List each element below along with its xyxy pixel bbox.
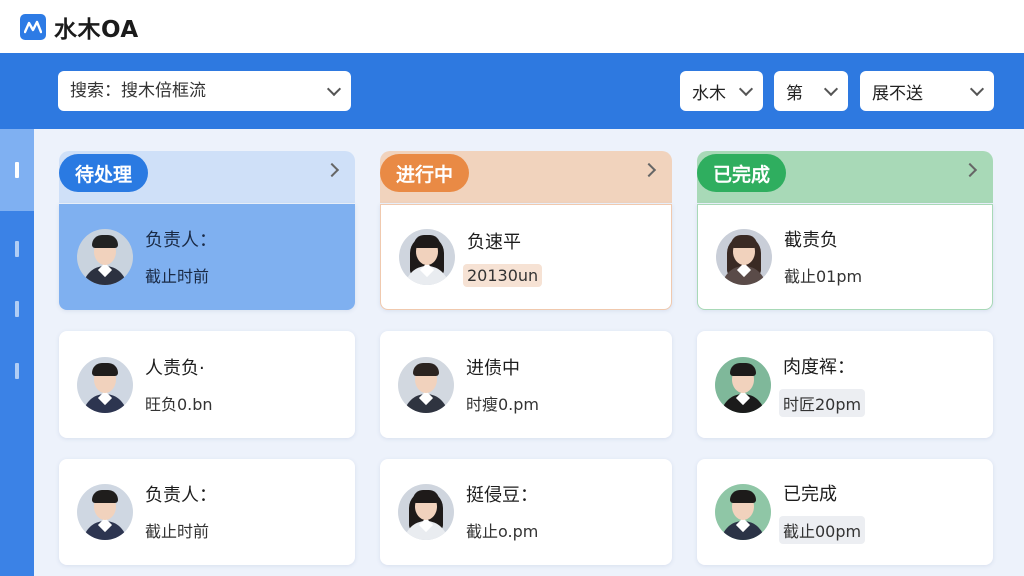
card-deadline: 截止01pm (784, 267, 863, 286)
chevron-right-icon[interactable] (641, 162, 657, 178)
sidebar-marker-icon (15, 241, 19, 257)
sidebar (0, 129, 34, 576)
avatar (715, 484, 771, 540)
card-assignee: 负速平 (467, 231, 521, 253)
column-title: 已完成 (697, 154, 787, 192)
card-text: 负责人： 截止时前 (145, 481, 217, 543)
card-deadline: 截止00pm (779, 516, 866, 544)
title-bar: 水木OA (0, 0, 1024, 53)
card-text: 人责负· 旺负0.bn (145, 354, 213, 416)
card-text: 负速平 20130un (463, 228, 543, 287)
chevron-down-icon (823, 81, 839, 96)
column-header-0[interactable]: 待处理 (59, 151, 355, 203)
card-text: 进债中时瘦0.pm (466, 354, 539, 416)
card-deadline: 时匠20pm (779, 388, 866, 417)
card-assignee: 负责人： (145, 485, 217, 506)
filter-select-2-value: 第 (786, 83, 803, 104)
avatar (77, 356, 133, 413)
column-header-1[interactable]: 进行中 (380, 151, 672, 203)
card-text: 肉度裈： 时匠20pm (779, 353, 866, 417)
sidebar-marker-icon (15, 363, 19, 379)
avatar (716, 229, 772, 285)
filter-select-3-value: 展不送 (872, 83, 923, 104)
sidebar-item-3[interactable] (0, 289, 34, 329)
card-assignee: 挺侵豆： (466, 485, 538, 506)
filter-select-1-value: 水木 (692, 83, 726, 104)
avatar (398, 356, 454, 413)
card-deadline: 截止时前 (145, 522, 210, 541)
card-deadline: 截止o.pm (466, 522, 539, 541)
card-assignee: 已完成 (783, 484, 837, 505)
task-card[interactable]: 进债中时瘦0.pm (380, 331, 672, 438)
card-text: 已完成截止00pm (779, 480, 866, 544)
column-title: 待处理 (59, 154, 149, 192)
task-card[interactable]: 负责人： 截止时前 (59, 204, 355, 310)
task-card[interactable]: 截责负截止01pm (697, 204, 993, 310)
card-text: 挺侵豆： 截止o.pm (466, 481, 538, 543)
avatar (77, 229, 133, 285)
app-title: 水木OA (54, 16, 139, 43)
sidebar-item-active[interactable] (0, 129, 34, 211)
card-text: 负责人： 截止时前 (145, 226, 217, 288)
chevron-down-icon (969, 81, 985, 96)
card-assignee: 人责负· (145, 357, 205, 379)
card-deadline: 20130un (463, 263, 543, 287)
task-card[interactable]: 人责负· 旺负0.bn (59, 331, 355, 438)
search-box[interactable] (58, 71, 351, 111)
filter-bar: 水木 第 展不送 (0, 53, 1024, 129)
chevron-right-icon[interactable] (962, 162, 978, 178)
sidebar-item-2[interactable] (0, 229, 34, 269)
card-assignee: 进债中 (466, 357, 520, 379)
app-logo-icon (20, 13, 46, 40)
card-deadline: 截止时前 (145, 267, 210, 286)
sidebar-item-4[interactable] (0, 351, 34, 391)
card-deadline: 时瘦0.pm (466, 394, 540, 414)
column-header-2[interactable]: 已完成 (697, 151, 993, 203)
task-card[interactable]: 负责人： 截止时前 (59, 459, 355, 565)
chevron-right-icon[interactable] (324, 162, 340, 178)
filter-select-1[interactable]: 水木 (680, 71, 763, 111)
task-card[interactable]: 负速平 20130un (380, 204, 672, 310)
chevron-down-icon (738, 81, 754, 96)
avatar (398, 484, 454, 540)
avatar (77, 484, 133, 540)
sidebar-marker-icon (15, 301, 19, 317)
card-assignee: 肉度裈： (783, 356, 855, 378)
card-deadline: 旺负0.bn (145, 394, 213, 414)
card-assignee: 负责人： (145, 230, 217, 251)
task-card[interactable]: 肉度裈： 时匠20pm (697, 331, 993, 438)
sidebar-marker-icon (15, 162, 19, 178)
task-card[interactable]: 挺侵豆： 截止o.pm (380, 459, 672, 565)
card-text: 截责负截止01pm (784, 226, 862, 288)
filter-select-2[interactable]: 第 (774, 71, 848, 111)
task-card[interactable]: 已完成截止00pm (697, 459, 993, 565)
card-assignee: 截责负 (784, 230, 838, 251)
avatar (715, 356, 771, 413)
column-title: 进行中 (380, 154, 470, 192)
filter-select-3[interactable]: 展不送 (860, 71, 994, 111)
chevron-down-icon[interactable] (326, 81, 342, 96)
avatar (399, 229, 455, 285)
search-input[interactable] (70, 81, 329, 101)
